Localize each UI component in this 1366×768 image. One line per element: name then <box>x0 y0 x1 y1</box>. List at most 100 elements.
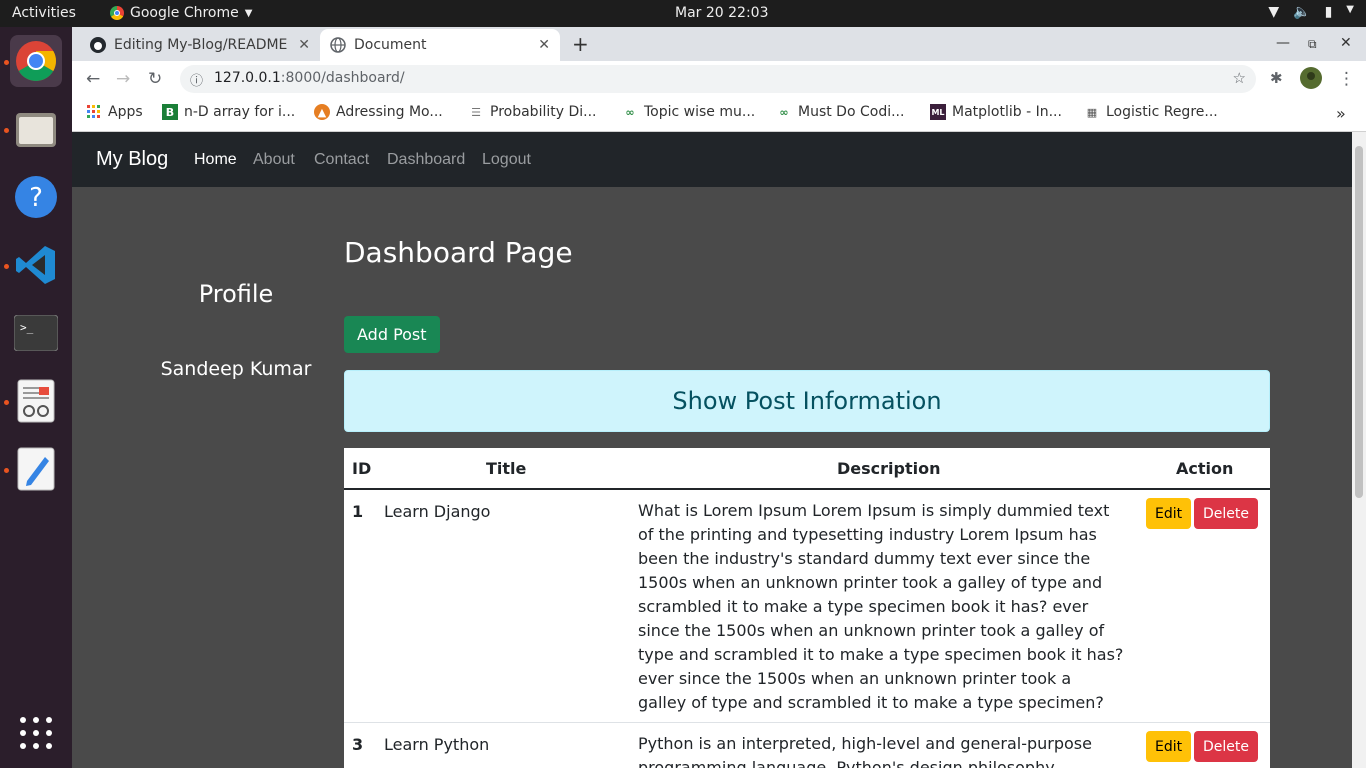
page-scrollbar[interactable] <box>1352 132 1366 768</box>
files-icon <box>16 113 56 147</box>
geeksforgeeks-icon: ∞ <box>625 105 635 119</box>
nav-contact[interactable]: Contact <box>314 151 369 169</box>
clock[interactable]: Mar 20 22:03 <box>675 5 768 21</box>
profile-heading: Profile <box>198 280 274 308</box>
row-id: 1 <box>352 502 364 521</box>
delete-button[interactable]: Delete <box>1194 498 1258 529</box>
dock-document-viewer[interactable] <box>10 375 62 427</box>
restore-icon[interactable]: ⧉ <box>1308 37 1317 52</box>
browser-window: Editing My-Blog/README ✕ Document ✕ + — … <box>72 27 1366 768</box>
scrollbar-thumb[interactable] <box>1355 146 1363 498</box>
address-bar[interactable]: ⓘ 127.0.0.1:8000/dashboard/ ☆ <box>180 65 1256 93</box>
bookmark-addressing-modes[interactable]: ▲ Adressing Mo... <box>314 104 443 120</box>
bookmark-label: Apps <box>108 104 143 120</box>
dock-vscode[interactable] <box>10 239 62 291</box>
profile-name: Sandeep Kumar <box>160 358 312 380</box>
app-menu[interactable]: Google Chrome ▼ <box>110 5 252 21</box>
battery-icon: ▮ <box>1324 4 1333 20</box>
running-indicator <box>4 128 9 133</box>
minimize-icon[interactable]: — <box>1276 35 1290 51</box>
info-icon[interactable]: ⓘ <box>190 70 203 89</box>
edit-button[interactable]: Edit <box>1146 731 1192 762</box>
volume-icon: 🔈 <box>1293 4 1311 20</box>
dock-files[interactable] <box>10 103 62 155</box>
row-description: What is Lorem Ipsum Lorem Ipsum is simpl… <box>638 501 1124 712</box>
posts-table: ID Title Description Action 1 Learn Djan… <box>344 448 1270 768</box>
help-icon: ? <box>15 176 57 218</box>
url-host: 127.0.0.1 <box>214 70 281 86</box>
bookmark-matplotlib[interactable]: ML Matplotlib - In... <box>930 104 1062 120</box>
dock-chrome[interactable] <box>10 35 62 87</box>
running-indicator <box>4 60 9 65</box>
forward-icon[interactable]: → <box>116 69 130 89</box>
activities-button[interactable]: Activities <box>12 5 76 21</box>
site-brand[interactable]: My Blog <box>96 148 168 171</box>
dock-text-editor[interactable] <box>10 443 62 495</box>
github-icon <box>90 37 106 53</box>
nav-logout[interactable]: Logout <box>482 151 531 169</box>
dock-terminal[interactable]: >_ <box>10 307 62 359</box>
show-applications-button[interactable] <box>10 707 62 759</box>
chrome-icon <box>110 6 124 20</box>
tab-strip: Editing My-Blog/README ✕ Document ✕ + — … <box>72 27 1366 61</box>
row-title: Learn Django <box>384 502 491 521</box>
new-tab-icon[interactable]: + <box>572 32 589 56</box>
dock: ? >_ <box>0 27 72 768</box>
apps-grid-icon <box>86 104 102 120</box>
tab-document[interactable]: Document ✕ <box>320 29 560 61</box>
close-tab-icon[interactable]: ✕ <box>538 37 550 53</box>
tab-editing-readme[interactable]: Editing My-Blog/README ✕ <box>80 29 320 61</box>
nav-home[interactable]: Home <box>194 151 237 169</box>
site-navbar: My Blog Home About Contact Dashboard Log… <box>72 132 1352 187</box>
nav-about[interactable]: About <box>253 151 295 169</box>
wifi-icon: ▼ <box>1268 4 1280 20</box>
url-text: 127.0.0.1:8000/dashboard/ <box>214 70 405 86</box>
table-header-row: ID Title Description Action <box>344 448 1270 490</box>
more-bookmarks-icon[interactable]: » <box>1336 104 1346 123</box>
terminal-icon: >_ <box>14 315 58 351</box>
bookmark-topic-wise[interactable]: ∞ Topic wise mu... <box>622 104 755 120</box>
bookmark-label: Logistic Regre... <box>1106 104 1218 120</box>
url-path: :8000/dashboard/ <box>280 70 405 86</box>
tab-title: Editing My-Blog/README <box>114 37 288 53</box>
bookmark-label: Adressing Mo... <box>336 104 443 120</box>
delete-button[interactable]: Delete <box>1194 731 1258 762</box>
bookmark-ndarray[interactable]: B n-D array for i... <box>162 104 295 120</box>
header-description: Description <box>837 459 941 478</box>
ml-favicon-icon: ML <box>930 104 946 120</box>
app-grid-icon <box>20 717 52 749</box>
tab-title: Document <box>354 37 427 53</box>
table-row: 3 Learn Python Python is an interpreted,… <box>344 723 1270 768</box>
globe-icon <box>330 37 346 53</box>
bookmarks-bar: Apps B n-D array for i... ▲ Adressing Mo… <box>72 97 1366 132</box>
bookmark-must-do-coding[interactable]: ∞ Must Do Codi... <box>776 104 904 120</box>
bookmark-star-icon[interactable]: ☆ <box>1233 69 1246 87</box>
running-indicator <box>4 400 9 405</box>
bookmark-label: Probability Di... <box>490 104 597 120</box>
menu-kebab-icon[interactable]: ⋮ <box>1338 69 1355 89</box>
system-top-bar: Activities Google Chrome ▼ Mar 20 22:03 … <box>0 0 1366 27</box>
add-post-button[interactable]: Add Post <box>344 316 440 353</box>
chart-favicon-icon: ☰ <box>471 105 481 119</box>
bookmark-probability[interactable]: ☰ Probability Di... <box>468 104 596 120</box>
running-indicator <box>4 468 9 473</box>
geeksforgeeks-icon: ∞ <box>779 105 789 119</box>
nav-dashboard[interactable]: Dashboard <box>387 151 465 169</box>
running-indicator <box>4 264 9 269</box>
close-window-icon[interactable]: ✕ <box>1340 35 1352 51</box>
back-icon[interactable]: ← <box>86 69 100 89</box>
reload-icon[interactable]: ↻ <box>148 69 162 89</box>
dock-help[interactable]: ? <box>10 171 62 223</box>
bookmark-apps[interactable]: Apps <box>86 104 143 120</box>
vscode-icon <box>16 246 55 284</box>
bookmark-logistic-regression[interactable]: ▦ Logistic Regre... <box>1084 104 1218 120</box>
edit-button[interactable]: Edit <box>1146 498 1192 529</box>
close-tab-icon[interactable]: ✕ <box>298 37 310 53</box>
chrome-icon <box>16 41 56 81</box>
row-id: 3 <box>352 735 364 754</box>
browser-toolbar: ← → ↻ ⓘ 127.0.0.1:8000/dashboard/ ☆ ✱ ⋮ <box>72 61 1366 97</box>
system-tray[interactable]: ▼ 🔈 ▮ ▼ <box>1268 4 1354 20</box>
extensions-icon[interactable]: ✱ <box>1270 69 1283 87</box>
profile-avatar[interactable] <box>1300 67 1322 94</box>
b-favicon-icon: B <box>162 104 178 120</box>
